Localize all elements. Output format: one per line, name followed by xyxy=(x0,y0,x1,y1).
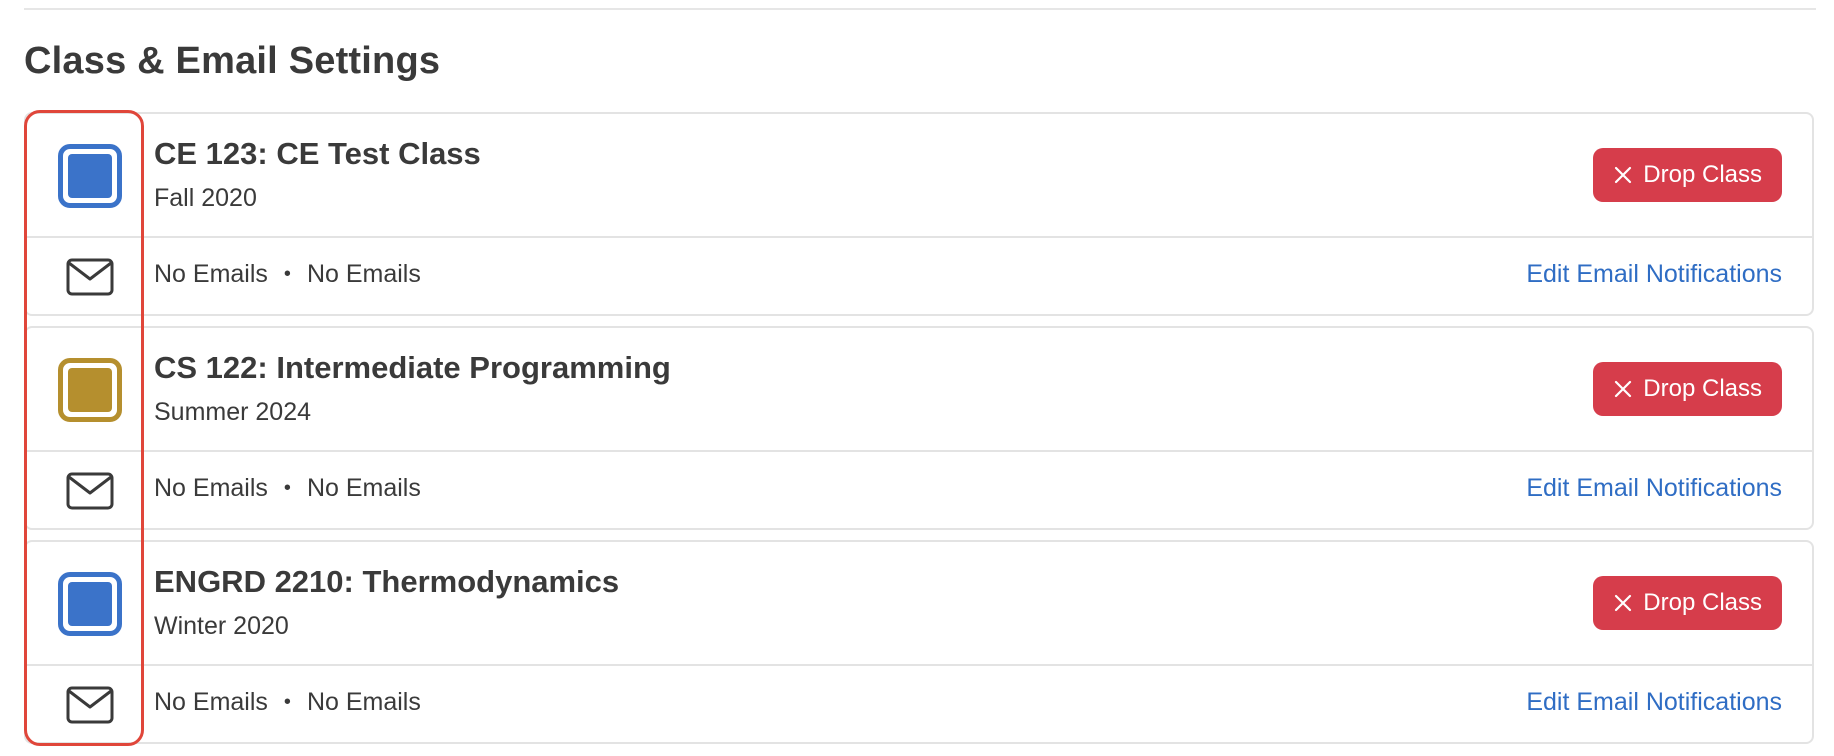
class-color-fill xyxy=(68,368,112,412)
email-status: No Emails • No Emails xyxy=(154,260,421,289)
class-color-fill xyxy=(68,154,112,198)
close-icon xyxy=(1615,380,1632,398)
class-header-row: CE 123: CE Test Class Fall 2020 Drop Cla… xyxy=(26,114,1812,238)
class-color-swatch[interactable] xyxy=(58,572,122,636)
drop-class-label: Drop Class xyxy=(1643,375,1762,402)
email-settings-row: No Emails • No Emails Edit Email Notific… xyxy=(26,236,1812,316)
envelope-icon xyxy=(66,686,114,724)
drop-class-button[interactable]: Drop Class xyxy=(1593,576,1782,630)
edit-email-notifications-link[interactable]: Edit Email Notifications xyxy=(1526,688,1782,717)
email-status-primary: No Emails xyxy=(154,474,268,502)
section-title: Class & Email Settings xyxy=(24,40,441,82)
class-term: Summer 2024 xyxy=(154,398,312,426)
email-status-secondary: No Emails xyxy=(306,474,421,502)
class-card: CS 122: Intermediate Programming Summer … xyxy=(24,326,1814,530)
class-color-swatch[interactable] xyxy=(58,358,122,422)
class-name: ENGRD 2210: Thermodynamics xyxy=(154,564,620,599)
separator-dot: • xyxy=(283,691,291,713)
email-status-secondary: No Emails xyxy=(306,260,421,288)
class-header-row: ENGRD 2210: Thermodynamics Winter 2020 D… xyxy=(26,542,1812,666)
separator-dot: • xyxy=(283,477,291,499)
separator-dot: • xyxy=(283,263,291,285)
top-divider xyxy=(24,8,1816,10)
email-status-secondary: No Emails xyxy=(306,688,421,716)
class-name: CS 122: Intermediate Programming xyxy=(154,350,671,385)
class-header-row: CS 122: Intermediate Programming Summer … xyxy=(26,328,1812,452)
class-term: Winter 2020 xyxy=(154,612,289,640)
page: Class & Email Settings CE 123: CE Test C… xyxy=(0,0,1834,756)
email-status-primary: No Emails xyxy=(154,688,268,716)
class-color-swatch[interactable] xyxy=(58,144,122,208)
email-status: No Emails • No Emails xyxy=(154,688,421,717)
class-name: CE 123: CE Test Class xyxy=(154,136,481,171)
envelope-icon xyxy=(66,472,114,510)
drop-class-button[interactable]: Drop Class xyxy=(1593,148,1782,202)
email-status-primary: No Emails xyxy=(154,260,268,288)
close-icon xyxy=(1615,594,1632,612)
email-settings-row: No Emails • No Emails Edit Email Notific… xyxy=(26,664,1812,744)
class-card: ENGRD 2210: Thermodynamics Winter 2020 D… xyxy=(24,540,1814,744)
drop-class-label: Drop Class xyxy=(1643,161,1762,188)
email-settings-row: No Emails • No Emails Edit Email Notific… xyxy=(26,450,1812,530)
edit-email-notifications-link[interactable]: Edit Email Notifications xyxy=(1526,260,1782,289)
class-color-fill xyxy=(68,582,112,626)
envelope-icon xyxy=(66,258,114,296)
close-icon xyxy=(1615,166,1632,184)
class-list: CE 123: CE Test Class Fall 2020 Drop Cla… xyxy=(24,112,1814,754)
edit-email-notifications-link[interactable]: Edit Email Notifications xyxy=(1526,474,1782,503)
class-card: CE 123: CE Test Class Fall 2020 Drop Cla… xyxy=(24,112,1814,316)
class-term: Fall 2020 xyxy=(154,184,257,212)
email-status: No Emails • No Emails xyxy=(154,474,421,503)
drop-class-label: Drop Class xyxy=(1643,589,1762,616)
drop-class-button[interactable]: Drop Class xyxy=(1593,362,1782,416)
